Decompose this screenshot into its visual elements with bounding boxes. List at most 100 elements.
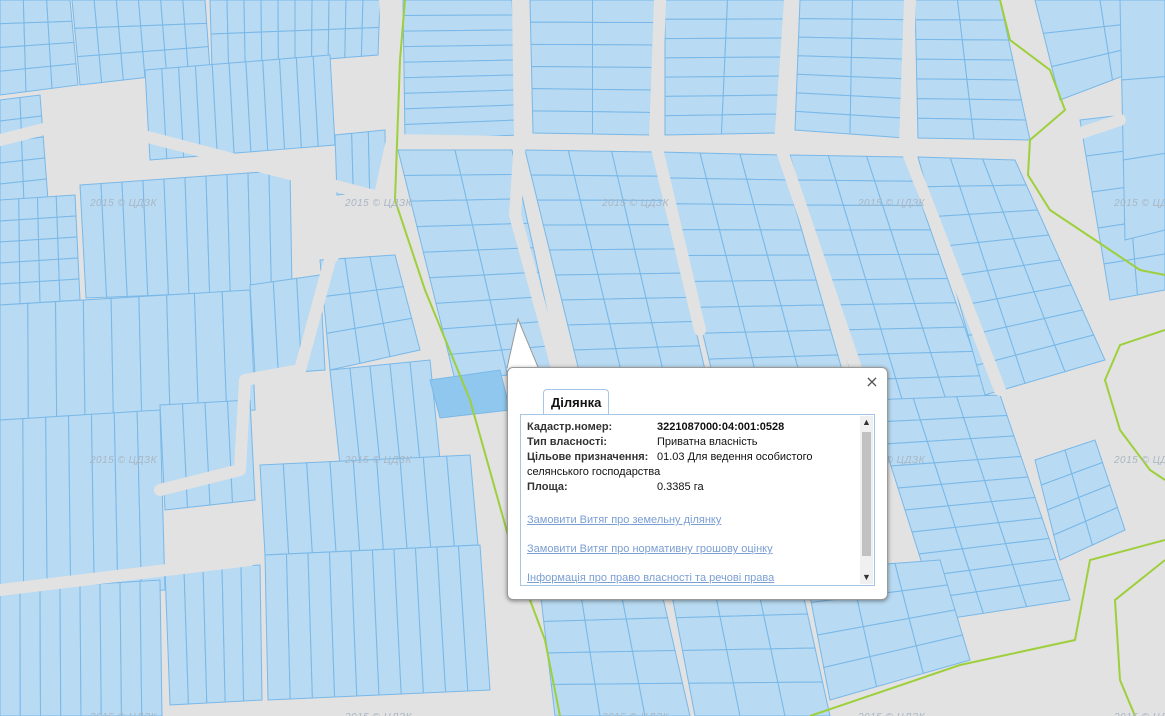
land-parcel[interactable] xyxy=(139,579,163,716)
land-parcel[interactable] xyxy=(913,302,966,329)
land-parcel[interactable] xyxy=(435,299,497,330)
land-parcel[interactable] xyxy=(881,204,932,231)
land-parcel[interactable] xyxy=(961,39,1014,61)
land-parcel[interactable] xyxy=(115,0,142,28)
land-parcel[interactable] xyxy=(573,174,624,201)
land-parcel[interactable] xyxy=(851,0,906,21)
land-parcel[interactable] xyxy=(38,279,61,304)
land-parcel[interactable] xyxy=(96,26,122,56)
land-parcel[interactable] xyxy=(136,409,166,592)
land-parcel[interactable] xyxy=(162,23,188,51)
land-parcel[interactable] xyxy=(22,416,48,595)
land-parcel[interactable] xyxy=(240,564,263,702)
land-parcel[interactable] xyxy=(46,0,73,23)
land-parcel[interactable] xyxy=(603,297,653,325)
land-parcel[interactable] xyxy=(0,261,21,285)
land-parcel[interactable] xyxy=(795,73,852,97)
land-parcel[interactable] xyxy=(226,0,246,34)
land-parcel[interactable] xyxy=(205,173,231,294)
land-parcel[interactable] xyxy=(584,618,634,653)
land-parcel[interactable] xyxy=(137,0,164,27)
land-parcel[interactable] xyxy=(738,305,789,333)
land-parcel[interactable] xyxy=(865,278,916,305)
land-parcel[interactable] xyxy=(675,615,728,652)
land-parcel[interactable] xyxy=(57,257,80,281)
land-parcel[interactable] xyxy=(58,278,81,302)
land-parcel[interactable] xyxy=(699,152,748,180)
land-parcel[interactable] xyxy=(933,459,986,485)
land-parcel[interactable] xyxy=(592,111,654,136)
land-parcel[interactable] xyxy=(202,566,226,704)
land-parcel[interactable] xyxy=(24,65,53,93)
land-parcel[interactable] xyxy=(664,114,723,136)
land-parcel[interactable] xyxy=(210,32,230,69)
land-parcel[interactable] xyxy=(770,647,824,683)
land-parcel[interactable] xyxy=(99,581,123,716)
land-parcel[interactable] xyxy=(182,0,208,25)
scrollbar-thumb[interactable] xyxy=(862,432,871,556)
land-parcel[interactable] xyxy=(37,216,59,241)
land-parcel[interactable] xyxy=(921,326,974,354)
land-parcel[interactable] xyxy=(0,22,26,49)
land-parcel[interactable] xyxy=(93,0,120,29)
land-parcel[interactable] xyxy=(184,175,211,295)
land-parcel[interactable] xyxy=(589,650,640,685)
land-parcel[interactable] xyxy=(530,174,581,201)
land-parcel[interactable] xyxy=(118,25,144,54)
land-parcel[interactable] xyxy=(55,299,86,419)
land-parcel[interactable] xyxy=(68,413,95,594)
land-parcel[interactable] xyxy=(592,21,656,46)
land-parcel[interactable] xyxy=(688,682,741,716)
land-parcel[interactable] xyxy=(531,110,593,135)
land-parcel[interactable] xyxy=(726,648,779,684)
land-parcel[interactable] xyxy=(1119,0,1165,81)
land-parcel[interactable] xyxy=(47,20,75,45)
land-parcel[interactable] xyxy=(74,26,100,58)
land-parcel[interactable] xyxy=(0,45,26,72)
scroll-up-arrow-icon[interactable]: ▲ xyxy=(860,416,873,429)
land-parcel[interactable] xyxy=(780,304,832,332)
tab-parcel[interactable]: Ділянка xyxy=(543,389,610,414)
land-parcel[interactable] xyxy=(592,0,656,24)
land-parcel[interactable] xyxy=(0,198,20,222)
land-parcel[interactable] xyxy=(731,279,782,308)
land-parcel[interactable] xyxy=(851,18,906,40)
land-parcel[interactable] xyxy=(592,66,655,91)
land-parcel[interactable] xyxy=(402,29,515,48)
land-parcel[interactable] xyxy=(98,52,124,84)
land-parcel[interactable] xyxy=(725,254,775,282)
land-parcel[interactable] xyxy=(0,282,21,306)
land-parcel[interactable] xyxy=(19,586,42,716)
land-parcel[interactable] xyxy=(725,18,789,39)
land-parcel[interactable] xyxy=(561,298,611,326)
land-parcel[interactable] xyxy=(797,36,853,58)
land-parcel[interactable] xyxy=(18,259,41,284)
land-parcel[interactable] xyxy=(160,0,186,26)
land-parcel[interactable] xyxy=(959,19,1010,41)
land-parcel[interactable] xyxy=(23,21,50,47)
land-parcel[interactable] xyxy=(397,149,462,177)
land-parcel[interactable] xyxy=(681,649,734,684)
land-parcel[interactable] xyxy=(221,565,245,703)
land-parcel[interactable] xyxy=(140,24,166,53)
land-parcel[interactable] xyxy=(722,75,784,97)
land-parcel[interactable] xyxy=(597,273,647,300)
land-parcel[interactable] xyxy=(926,438,979,464)
ownership-info-link[interactable]: Інформація про право власності та речові… xyxy=(527,572,774,584)
cadastral-map[interactable] xyxy=(0,0,1165,716)
land-parcel[interactable] xyxy=(592,44,655,69)
land-parcel[interactable] xyxy=(723,56,786,78)
land-parcel[interactable] xyxy=(326,327,361,371)
land-parcel[interactable] xyxy=(850,76,906,100)
land-parcel[interactable] xyxy=(454,149,518,176)
land-parcel[interactable] xyxy=(631,649,684,685)
land-parcel[interactable] xyxy=(912,396,965,421)
land-parcel[interactable] xyxy=(968,98,1027,121)
land-parcel[interactable] xyxy=(651,321,701,348)
land-parcel[interactable] xyxy=(19,280,41,305)
land-parcel[interactable] xyxy=(763,613,816,650)
land-parcel[interactable] xyxy=(193,291,228,413)
land-parcel[interactable] xyxy=(402,0,514,17)
land-parcel[interactable] xyxy=(311,0,330,31)
land-parcel[interactable] xyxy=(872,303,924,330)
